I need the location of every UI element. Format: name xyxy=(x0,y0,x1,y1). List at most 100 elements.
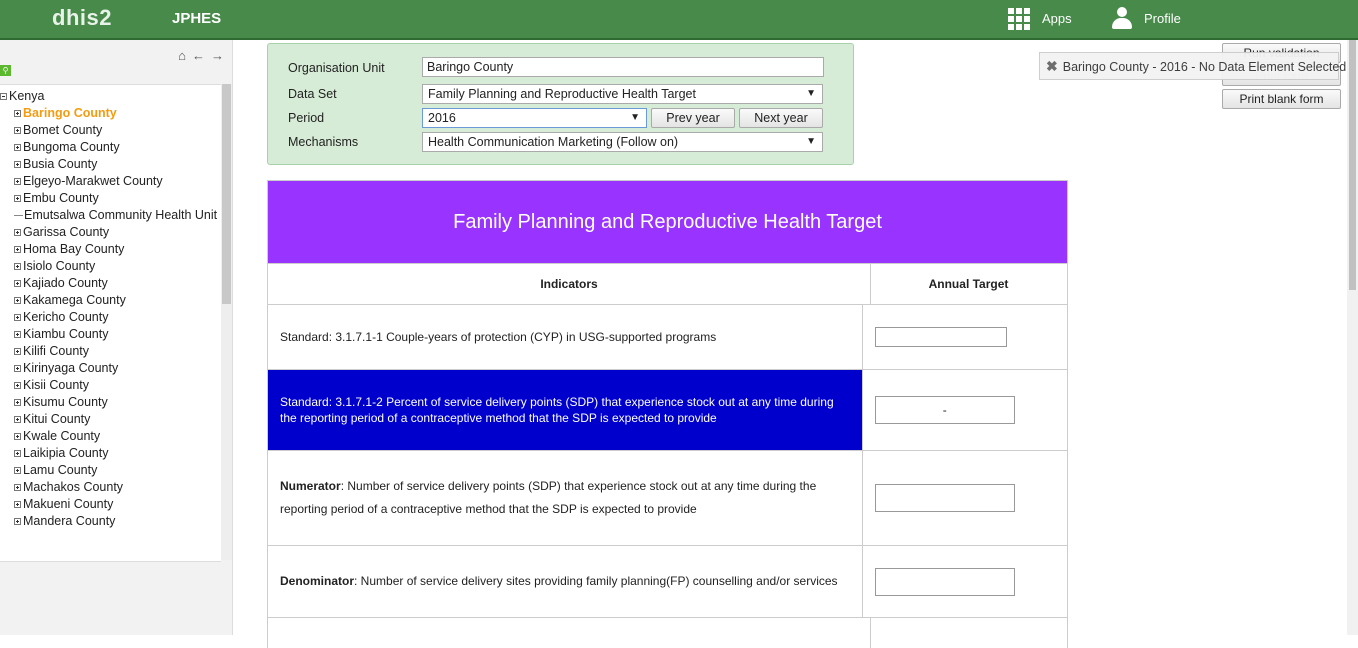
page-scrollbar[interactable] xyxy=(1347,40,1358,635)
mechanisms-select[interactable]: Health Communication Marketing (Follow o… xyxy=(422,132,823,152)
tree-node-label: Baringo County xyxy=(23,106,117,120)
expand-icon[interactable] xyxy=(14,246,21,253)
tree-node[interactable]: Garissa County xyxy=(14,224,109,241)
table-row: Standard: 3.1.7.1-1 Couple-years of prot… xyxy=(268,304,1067,369)
back-arrow-icon[interactable]: ← xyxy=(192,48,205,63)
tree-node[interactable]: Isiolo County xyxy=(14,258,95,275)
profile-label: Profile xyxy=(1144,10,1181,26)
tree-scrollbar[interactable] xyxy=(221,84,232,560)
close-icon[interactable]: ✖ xyxy=(1046,58,1058,74)
tree-node[interactable]: Laikipia County xyxy=(14,445,108,462)
tree-node-label: Makueni County xyxy=(23,497,114,511)
tree-node-label: Mandera County xyxy=(23,514,116,528)
expand-icon[interactable] xyxy=(14,110,21,117)
expand-icon[interactable] xyxy=(14,161,21,168)
expand-icon[interactable] xyxy=(14,127,21,134)
expand-icon[interactable] xyxy=(14,314,21,321)
tree-node-label: Kajiado County xyxy=(23,276,108,290)
expand-icon[interactable] xyxy=(14,348,21,355)
numerator-text: : Number of service delivery points (SDP… xyxy=(280,479,817,516)
target-cell: - xyxy=(861,370,1067,450)
tree-node[interactable]: Embu County xyxy=(14,190,99,207)
org-unit-tree-panel: ⌂ ← → ⚲ Kenya Baringo County Bomet County… xyxy=(0,40,233,635)
expand-icon[interactable] xyxy=(14,518,21,525)
tree-node[interactable]: Kericho County xyxy=(14,309,108,326)
tree-node[interactable]: Bomet County xyxy=(14,122,102,139)
tree-node-label: Kitui County xyxy=(23,412,91,426)
org-unit-field[interactable]: Baringo County xyxy=(422,57,824,77)
expand-icon[interactable] xyxy=(14,382,21,389)
tree-node[interactable]: Kisumu County xyxy=(14,394,108,411)
table-header-row: Indicators Annual Target xyxy=(268,263,1067,304)
annual-target-input[interactable] xyxy=(874,484,1015,512)
dhis2-logo[interactable]: dhis2 xyxy=(52,5,112,31)
dropdown-arrow-icon: ▼ xyxy=(630,112,640,123)
expand-icon[interactable] xyxy=(14,399,21,406)
mechanisms-label: Mechanisms xyxy=(288,135,359,149)
expand-icon[interactable] xyxy=(14,501,21,508)
period-select[interactable]: 2016 ▼ xyxy=(422,108,647,128)
expand-icon[interactable] xyxy=(14,331,21,338)
annual-target-input[interactable]: - xyxy=(874,396,1015,424)
expand-icon[interactable] xyxy=(14,195,21,202)
forward-arrow-icon[interactable]: → xyxy=(211,48,224,63)
expand-icon[interactable] xyxy=(14,144,21,151)
print-blank-form-button[interactable]: Print blank form xyxy=(1222,89,1341,109)
tree-node[interactable]: Kakamega County xyxy=(14,292,126,309)
tree-node-label: Embu County xyxy=(23,191,99,205)
apps-menu[interactable]: Apps xyxy=(1008,6,1072,30)
tree-node[interactable]: Mandera County xyxy=(14,513,115,530)
tree-node[interactable]: Lamu County xyxy=(14,462,97,479)
indicators-column-header: Indicators xyxy=(540,276,598,291)
tree-node[interactable]: Emutsalwa Community Health Unit xyxy=(14,207,217,224)
tree-node[interactable]: Busia County xyxy=(14,156,97,173)
dropdown-arrow-icon: ▼ xyxy=(806,88,816,99)
indicator-cell: Numerator: Number of service delivery po… xyxy=(268,451,862,545)
tree-node-label: Machakos County xyxy=(23,480,124,494)
tree-node[interactable]: Kajiado County xyxy=(14,275,108,292)
target-cell xyxy=(861,305,1067,369)
numerator-label: Numerator xyxy=(280,479,341,493)
tree-node[interactable]: Baringo County xyxy=(14,105,117,122)
tree-node[interactable]: Elgeyo-Marakwet County xyxy=(14,173,163,190)
annual-target-input[interactable] xyxy=(874,567,1015,596)
table-row: Denominator: Number of service delivery … xyxy=(268,545,1067,617)
tree-node-root[interactable]: Kenya xyxy=(0,88,44,105)
annual-target-input[interactable] xyxy=(874,327,1007,347)
search-icon[interactable]: ⚲ xyxy=(0,65,11,76)
info-message-text: Baringo County - 2016 - No Data Element … xyxy=(1062,60,1347,74)
tree-node[interactable]: Kirinyaga County xyxy=(14,360,118,377)
expand-icon[interactable] xyxy=(14,467,21,474)
org-unit-label: Organisation Unit xyxy=(288,61,385,75)
home-icon[interactable]: ⌂ xyxy=(178,48,186,63)
tree-node[interactable]: Kiambu County xyxy=(14,326,108,343)
denominator-text: : Number of service delivery sites provi… xyxy=(354,574,838,588)
indicator-cell: Standard: 3.1.7.1-1 Couple-years of prot… xyxy=(280,329,717,344)
tree-node-label: Isiolo County xyxy=(23,259,96,273)
expand-icon[interactable] xyxy=(14,484,21,491)
next-year-button[interactable]: Next year xyxy=(739,108,823,128)
tree-node[interactable]: Kisii County xyxy=(14,377,89,394)
expand-icon[interactable] xyxy=(14,450,21,457)
collapse-icon[interactable] xyxy=(0,93,7,100)
expand-icon[interactable] xyxy=(14,433,21,440)
tree-node[interactable]: Makueni County xyxy=(14,496,113,513)
tree-node[interactable]: Machakos County xyxy=(14,479,123,496)
expand-icon[interactable] xyxy=(14,178,21,185)
expand-icon[interactable] xyxy=(14,297,21,304)
dataset-select[interactable]: Family Planning and Reproductive Health … xyxy=(422,84,823,104)
expand-icon[interactable] xyxy=(14,280,21,287)
tree-node[interactable]: Kitui County xyxy=(14,411,90,428)
tree-node[interactable]: Homa Bay County xyxy=(14,241,124,258)
expand-icon[interactable] xyxy=(14,263,21,270)
expand-icon[interactable] xyxy=(14,229,21,236)
dataset-label: Data Set xyxy=(288,87,337,101)
prev-year-button[interactable]: Prev year xyxy=(651,108,735,128)
profile-menu[interactable]: Profile xyxy=(1112,6,1181,30)
tree-node[interactable]: Bungoma County xyxy=(14,139,120,156)
annual-target-column-header: Annual Target xyxy=(870,264,1066,304)
tree-node[interactable]: Kilifi County xyxy=(14,343,89,360)
expand-icon[interactable] xyxy=(14,365,21,372)
expand-icon[interactable] xyxy=(14,416,21,423)
tree-node[interactable]: Kwale County xyxy=(14,428,100,445)
